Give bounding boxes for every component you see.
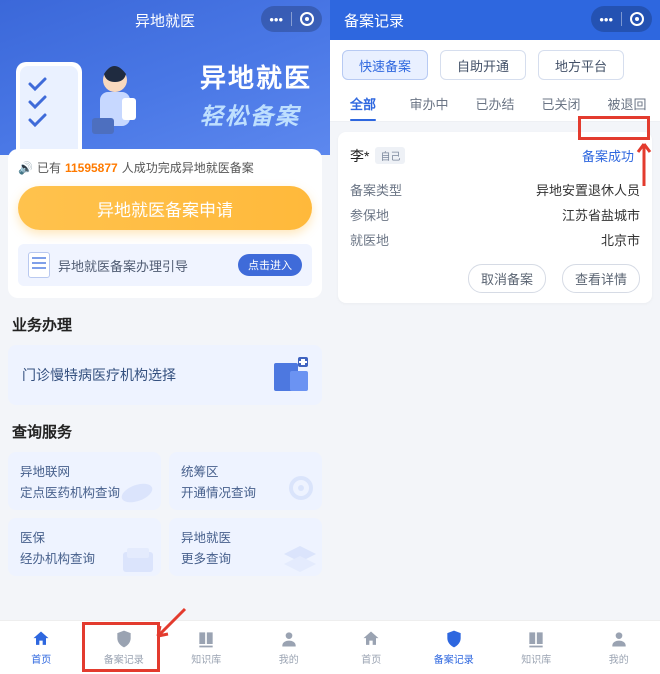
pill-local[interactable]: 地方平台 (538, 50, 624, 80)
tab-records-label: 备案记录 (104, 651, 144, 666)
location-icon (284, 474, 318, 508)
record-head: 李* 自己 备案成功 (350, 144, 640, 167)
success-suffix: 人成功完成异地就医备案 (122, 159, 254, 176)
shield-icon (444, 629, 464, 649)
status-badge: 备案成功 (576, 144, 640, 167)
home-icon (361, 629, 381, 649)
record-actions: 取消备案 查看详情 (350, 264, 640, 293)
tab-mine-label: 我的 (279, 651, 299, 666)
status-tabs: 全部 审办中 已办结 已关闭 被退回 (330, 84, 660, 122)
hospital-icon (270, 353, 310, 393)
tab-records-r-label: 备案记录 (434, 651, 474, 666)
records-body: 李* 自己 备案成功 备案类型异地安置退休人员 参保地江苏省盐城市 就医地北京市… (330, 122, 660, 620)
section-query-title: 查询服务 (12, 421, 330, 442)
nav-title: 异地就医 (135, 10, 195, 31)
tab2-closed[interactable]: 已关闭 (528, 84, 594, 121)
tab-mine-r-label: 我的 (609, 651, 629, 666)
section-biz-title: 业务办理 (12, 314, 330, 335)
tab-kb-r[interactable]: 知识库 (495, 621, 578, 674)
record-card[interactable]: 李* 自己 备案成功 备案类型异地安置退休人员 参保地江苏省盐城市 就医地北京市… (338, 132, 652, 303)
guide-row[interactable]: 异地就医备案办理引导 点击进入 (18, 244, 312, 286)
guide-label: 异地就医备案办理引导 (58, 256, 188, 275)
stack-icon (282, 544, 318, 574)
tab-home-r-label: 首页 (361, 651, 381, 666)
tab2-done[interactable]: 已办结 (462, 84, 528, 121)
q2l1: 医保 (20, 527, 149, 546)
success-prefix: 已有 (37, 159, 61, 176)
tab-mine[interactable]: 我的 (248, 621, 331, 674)
document-icon (28, 252, 50, 278)
navbar-left: 异地就医 ••• (0, 0, 330, 40)
main-card: 🔊 已有 11595877 人成功完成异地就医备案 异地就医备案申请 异地就医备… (8, 149, 322, 298)
tab-records-r[interactable]: 备案记录 (413, 621, 496, 674)
query-card-1[interactable]: 统筹区 开通情况查询 (169, 452, 322, 510)
miniprogram-capsule[interactable]: ••• (261, 6, 322, 32)
hero-line2: 轻松备案 (200, 97, 312, 131)
hero-body: 异地就医 轻松备案 (0, 40, 330, 155)
shield-icon (114, 629, 134, 649)
tab-home[interactable]: 首页 (0, 621, 83, 674)
tab2-all[interactable]: 全部 (330, 84, 396, 121)
hero-line1: 异地就医 (200, 58, 312, 95)
home-icon (31, 629, 51, 649)
more-icon[interactable]: ••• (599, 13, 613, 26)
close-target-icon[interactable] (300, 12, 314, 26)
tab2-processing[interactable]: 审办中 (396, 84, 462, 121)
view-detail-button[interactable]: 查看详情 (562, 264, 640, 293)
nav-title-right: 备案记录 (344, 10, 404, 31)
biz-card[interactable]: 门诊慢特病医疗机构选择 (8, 345, 322, 405)
user-icon (279, 629, 299, 649)
separator (621, 12, 622, 26)
pill-row: 快速备案 自助开通 地方平台 (330, 40, 660, 84)
tab-records[interactable]: 备案记录 (83, 621, 166, 674)
right-phone: 备案记录 ••• 快速备案 自助开通 地方平台 全部 审办中 已办结 已关闭 被… (330, 0, 660, 674)
hero-text: 异地就医 轻松备案 (200, 58, 312, 131)
cancel-record-button[interactable]: 取消备案 (468, 264, 546, 293)
enter-chip[interactable]: 点击进入 (238, 254, 302, 276)
success-count: 11595877 (65, 161, 118, 175)
book-icon (196, 629, 216, 649)
pill-fast[interactable]: 快速备案 (342, 50, 428, 80)
kv-1: 参保地江苏省盐城市 (350, 202, 640, 227)
more-icon[interactable]: ••• (269, 13, 283, 26)
hero-illustration (10, 44, 160, 155)
self-chip: 自己 (375, 147, 405, 164)
miniprogram-capsule-right[interactable]: ••• (591, 6, 652, 32)
tab-mine-r[interactable]: 我的 (578, 621, 660, 674)
query-grid: 异地联网 定点医药机构查询 统筹区 开通情况查询 医保 经办机构查询 异地就医 … (8, 452, 322, 576)
user-icon (609, 629, 629, 649)
hero-area: 异地就医 ••• (0, 0, 330, 155)
left-phone: 异地就医 ••• (0, 0, 330, 674)
tabbar-left: 首页 备案记录 知识库 我的 (0, 620, 330, 674)
pill-self[interactable]: 自助开通 (440, 50, 526, 80)
speaker-icon: 🔊 (18, 161, 33, 175)
tab-kb[interactable]: 知识库 (165, 621, 248, 674)
query-card-0[interactable]: 异地联网 定点医药机构查询 (8, 452, 161, 510)
kv-0: 备案类型异地安置退休人员 (350, 177, 640, 202)
tab2-returned[interactable]: 被退回 (594, 84, 660, 121)
tab-kb-r-label: 知识库 (521, 651, 551, 666)
record-name: 李* (350, 146, 369, 166)
kv-2: 就医地北京市 (350, 227, 640, 252)
book-icon (526, 629, 546, 649)
tab-home-label: 首页 (31, 651, 51, 666)
biz-card-label: 门诊慢特病医疗机构选择 (22, 365, 176, 385)
folder-icon (121, 546, 157, 574)
query-card-3[interactable]: 异地就医 更多查询 (169, 518, 322, 576)
navbar-right: 备案记录 ••• (330, 0, 660, 40)
query-card-2[interactable]: 医保 经办机构查询 (8, 518, 161, 576)
tab-home-r[interactable]: 首页 (330, 621, 413, 674)
success-row: 🔊 已有 11595877 人成功完成异地就医备案 (18, 159, 312, 176)
pill-icon (117, 478, 157, 508)
tab-kb-label: 知识库 (191, 651, 221, 666)
close-target-icon[interactable] (630, 12, 644, 26)
separator (291, 12, 292, 26)
apply-button[interactable]: 异地就医备案申请 (18, 186, 312, 230)
tabbar-right: 首页 备案记录 知识库 我的 (330, 620, 660, 674)
apply-button-label: 异地就医备案申请 (97, 196, 233, 221)
